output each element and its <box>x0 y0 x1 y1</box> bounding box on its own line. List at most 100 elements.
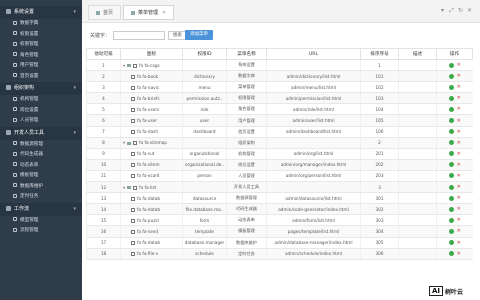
sidebar-item[interactable]: 数据字典 <box>0 19 82 30</box>
column-header[interactable]: 他动可排 <box>86 48 121 60</box>
delete-icon[interactable]: ✕ <box>457 206 461 212</box>
edit-icon[interactable] <box>448 240 454 246</box>
edit-icon[interactable] <box>448 62 454 68</box>
item-icon <box>13 193 17 198</box>
delete-icon[interactable]: ✕ <box>457 240 461 246</box>
expand-icon[interactable]: ⤢ <box>447 6 456 16</box>
search-input[interactable] <box>113 31 166 40</box>
edit-icon[interactable] <box>448 118 454 124</box>
add-menu-button[interactable]: 添加菜单 <box>185 30 213 40</box>
expand-toggle-icon[interactable]: ▾ <box>123 63 125 68</box>
table-row[interactable]: 4 fa fa-briefc permission.autz.. 权限管理 admin/… <box>86 92 473 105</box>
sidebar-item[interactable]: 模板管理 <box>0 171 82 182</box>
edit-icon[interactable] <box>448 173 454 179</box>
edit-icon[interactable] <box>448 73 454 79</box>
delete-icon[interactable]: ✕ <box>457 151 461 157</box>
icon-cell: fa fa-send <box>120 225 183 238</box>
delete-icon[interactable]: ✕ <box>457 195 461 201</box>
sidebar-item[interactable]: 首页设置 <box>0 72 82 83</box>
sidebar-group[interactable]: 工作流 ▾ <box>0 202 82 216</box>
edit-icon[interactable] <box>448 106 454 112</box>
table-row[interactable]: 6 fa fa-user user 用户管理 admin/user/list.html 1… <box>86 114 473 127</box>
sidebar-item[interactable]: 动态表单 <box>0 161 82 172</box>
chevron-down-icon: ▾ <box>73 129 76 136</box>
delete-icon[interactable]: ✕ <box>457 184 461 190</box>
edit-icon[interactable] <box>448 140 454 146</box>
sidebar-item[interactable]: 权限设置 <box>0 30 82 41</box>
delete-icon[interactable]: ✕ <box>457 84 461 90</box>
edit-icon[interactable] <box>448 217 454 223</box>
delete-icon[interactable]: ✕ <box>457 217 461 223</box>
tab-home[interactable]: 首页 <box>88 5 122 20</box>
delete-icon[interactable]: ✕ <box>457 251 461 257</box>
edit-icon[interactable] <box>448 251 454 257</box>
sidebar-item[interactable]: 定时任务 <box>0 192 82 203</box>
close-all-icon[interactable]: ✕ <box>465 6 474 16</box>
table-row[interactable]: 17 fa fa-datab database.manager 数据库维护 admin/… <box>86 237 473 249</box>
table-row[interactable]: 7 fa fa-dash dashboard 首页设置 admin/dashboard/… <box>86 126 473 138</box>
table-row[interactable]: 13 fa fa-datab datasource 数据源管理 admin/dataso… <box>86 192 473 205</box>
table-row[interactable]: 1 ▾ fa fa-cogs 系统设置 1 ✕ <box>86 59 473 72</box>
sidebar-item[interactable]: 模型管理 <box>0 216 82 227</box>
column-header[interactable]: URL <box>266 48 361 60</box>
table-row[interactable]: 2 fa fa-book dictionary 数据字典 admin/dictionar… <box>86 70 473 83</box>
edit-icon[interactable] <box>448 95 454 101</box>
column-header[interactable]: 权限ID <box>182 48 227 60</box>
delete-icon[interactable]: ✕ <box>457 228 461 234</box>
table-row[interactable]: 9 fa fa-sut organizational 机构管理 admin/org/li… <box>86 148 473 160</box>
expand-toggle-icon[interactable]: ▾ <box>123 140 125 145</box>
delete-icon[interactable]: ✕ <box>457 62 461 68</box>
item-icon <box>13 107 17 111</box>
column-header[interactable]: 图标 <box>120 48 183 60</box>
delete-icon[interactable]: ✕ <box>457 129 461 135</box>
sort-number: 201 <box>360 148 399 160</box>
dropdown-icon[interactable]: ▾ <box>438 6 447 16</box>
refresh-icon[interactable]: ↻ <box>456 6 465 16</box>
table-row[interactable]: 16 fa fa-send template 模板管理 pages/template/l… <box>86 225 473 238</box>
delete-icon[interactable]: ✕ <box>457 140 461 146</box>
sidebar-group[interactable]: 组织架构 ▾ <box>0 82 82 95</box>
sidebar-item[interactable]: 机构管理 <box>0 95 82 106</box>
sidebar-item[interactable]: 数据库维护 <box>0 182 82 193</box>
sidebar-item[interactable]: 角色管理 <box>0 51 82 62</box>
sidebar-item[interactable]: 权限管理 <box>0 40 82 51</box>
sidebar-item[interactable]: 人员管理 <box>0 116 82 127</box>
sidebar-group[interactable]: 系统设置 ▾ <box>0 6 82 19</box>
table-row[interactable]: 8 ▾ fa fa-sitemap 组织架构 2 ✕ <box>86 137 473 149</box>
edit-icon[interactable] <box>448 151 454 157</box>
edit-icon[interactable] <box>448 184 454 190</box>
edit-icon[interactable] <box>448 162 454 168</box>
close-icon[interactable]: ✕ <box>162 10 166 16</box>
delete-icon[interactable]: ✕ <box>457 173 461 179</box>
edit-icon[interactable] <box>448 206 454 212</box>
column-header[interactable]: 描述 <box>398 48 437 60</box>
delete-icon[interactable]: ✕ <box>457 162 461 168</box>
table-row[interactable]: 10 fa fa-sitem organizational.de.. 岗位设置 admi… <box>86 159 473 171</box>
edit-icon[interactable] <box>448 129 454 135</box>
delete-icon[interactable]: ✕ <box>457 118 461 124</box>
sidebar-item[interactable]: 用户管理 <box>0 61 82 72</box>
tab-menu-management[interactable]: 菜单管理 ✕ <box>123 5 175 20</box>
table-row[interactable]: 12 ▾ fa fa-list 开发人员工具 3 ✕ <box>86 181 473 194</box>
column-header[interactable]: 排序序号 <box>360 48 399 60</box>
table-row[interactable]: 18 fa fa-file-v schedule 定时任务 admin/schedule… <box>86 248 473 260</box>
table-row[interactable]: 15 fa fa-puzzl form 动态表单 admin/form/list.htm… <box>86 214 473 227</box>
table-row[interactable]: 11 fa fa-vcard person 人员管理 admin/org/person/… <box>86 170 473 183</box>
sidebar-item[interactable]: 流程管理 <box>0 226 82 237</box>
table-row[interactable]: 3 fa fa-navic menu 菜单管理 admin/menu/list.html… <box>86 81 473 94</box>
edit-icon[interactable] <box>448 84 454 90</box>
edit-icon[interactable] <box>448 195 454 201</box>
delete-icon[interactable]: ✕ <box>457 106 461 112</box>
table-row[interactable]: 14 fa fa-datab file.database.ma.. 代码生成器 admi… <box>86 203 473 216</box>
table-row[interactable]: 5 fa fa-users role 角色管理 admin/role/list.html… <box>86 103 473 116</box>
sidebar-item[interactable]: 岗位设置 <box>0 106 82 117</box>
column-header[interactable]: 菜单名称 <box>226 48 267 60</box>
delete-icon[interactable]: ✕ <box>457 73 461 79</box>
sidebar-item[interactable]: 数据源管理 <box>0 140 82 151</box>
sidebar-group[interactable]: 开发人员工具 ▾ <box>0 126 82 140</box>
edit-icon[interactable] <box>448 228 454 234</box>
expand-toggle-icon[interactable]: ▾ <box>123 185 125 190</box>
column-header[interactable]: 操作 <box>436 48 473 60</box>
delete-icon[interactable]: ✕ <box>457 95 461 101</box>
sidebar-item[interactable]: 代码生成器 <box>0 150 82 161</box>
